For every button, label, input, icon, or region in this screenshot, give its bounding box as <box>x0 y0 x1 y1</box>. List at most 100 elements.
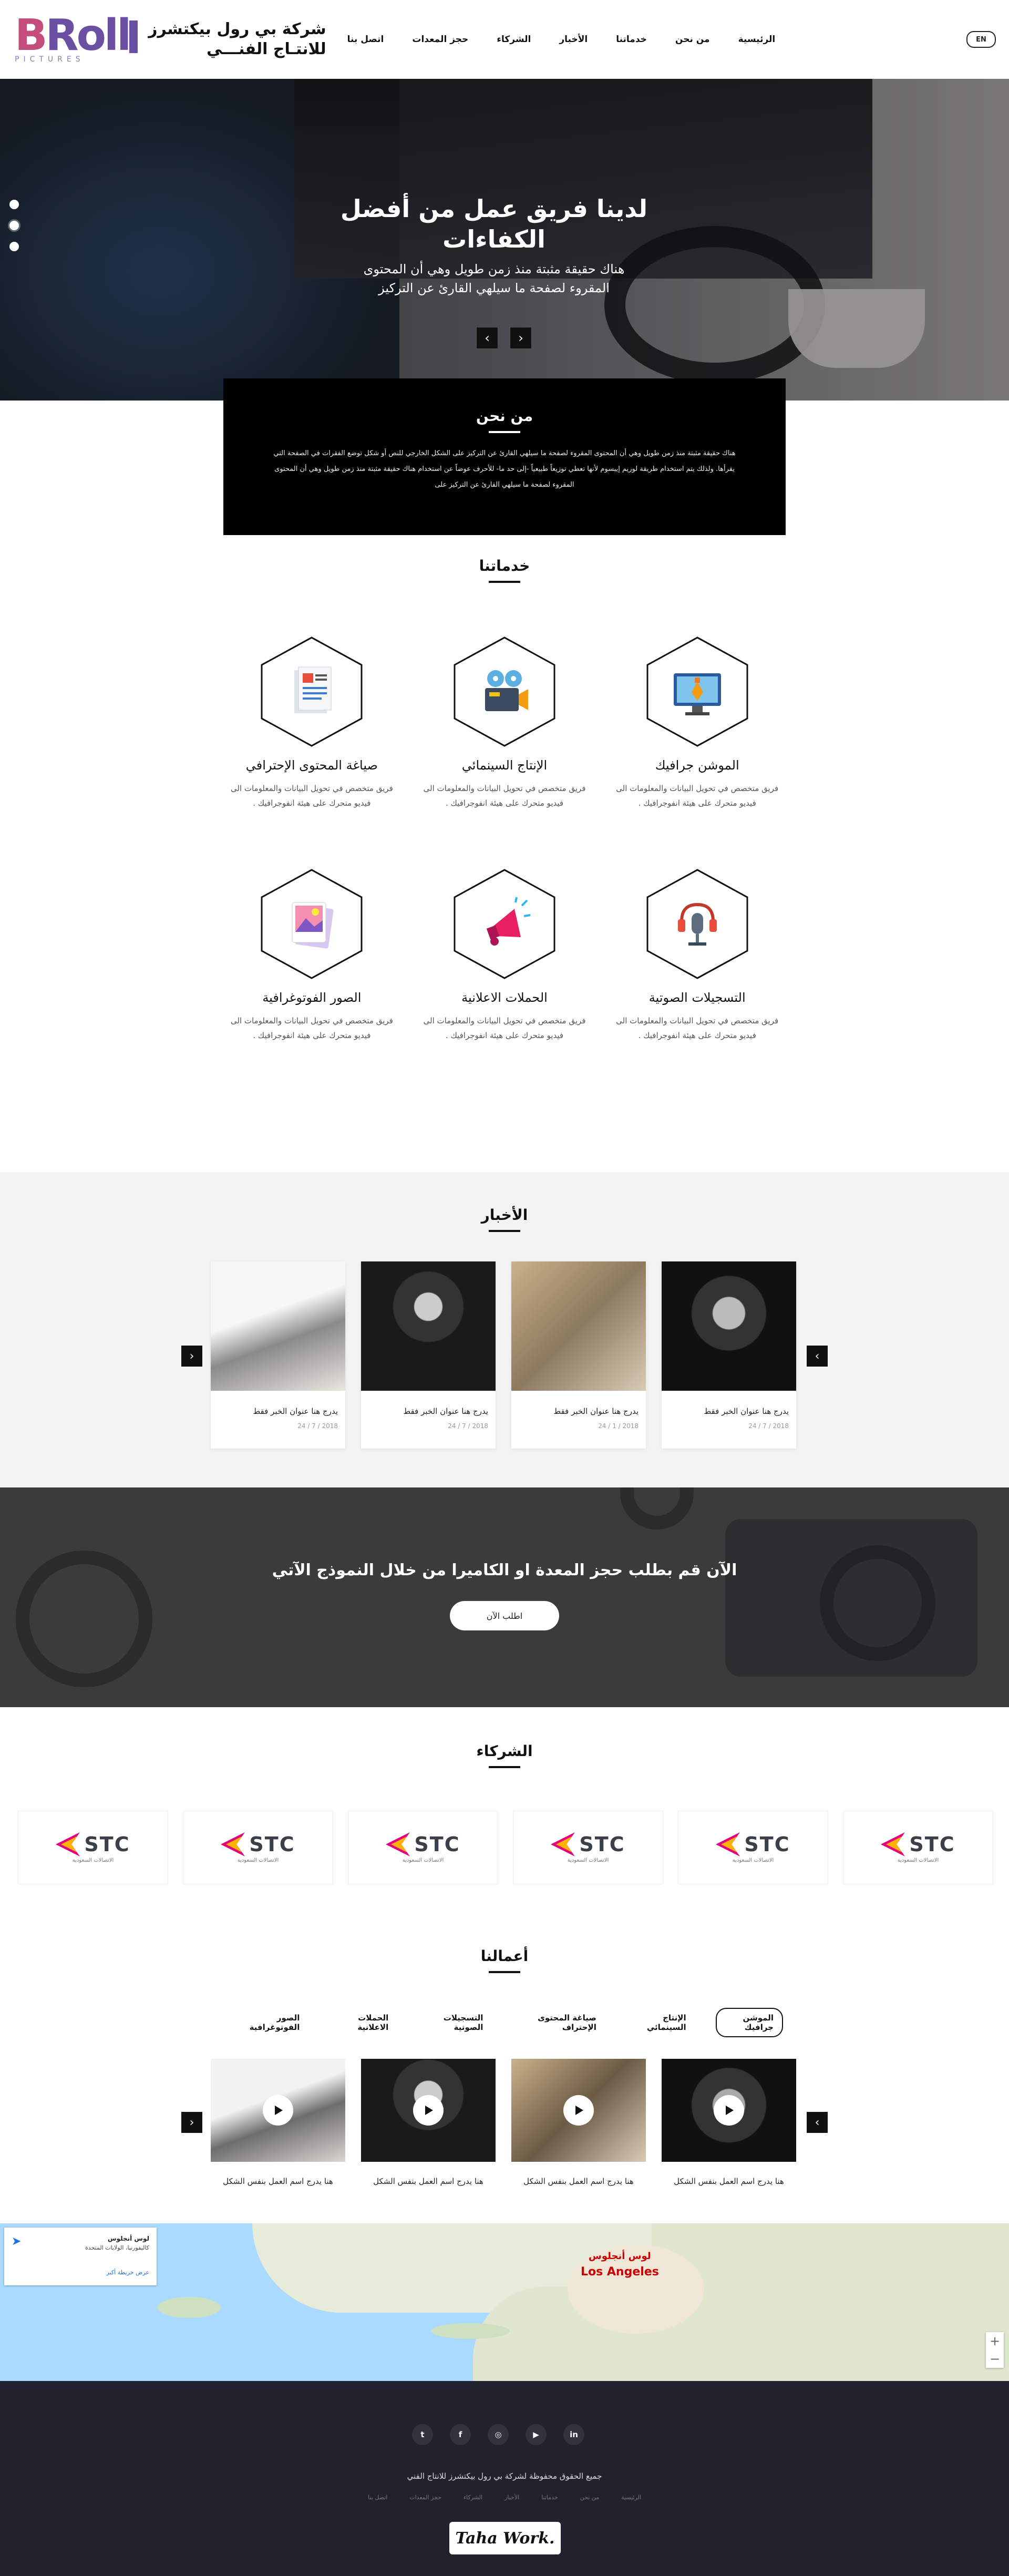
slider-dot[interactable] <box>9 200 19 209</box>
nav-booking[interactable]: حجز المعدات <box>412 34 468 45</box>
footer-nav-home[interactable]: الرئيسية <box>621 2494 641 2501</box>
copyright-text: جميع الحقوق محفوظة لشركة بي رول بيكتشرز … <box>407 2471 602 2481</box>
news-card[interactable]: يدرج هنا عنوان الخبر فقط 2018 / 1 / 24 <box>511 1261 646 1449</box>
zoom-in-button[interactable]: + <box>986 2332 1004 2350</box>
tab-content-writing[interactable]: صياغة المحتوى الإحتراف <box>512 2008 606 2037</box>
service-desc: فريق متخصص في تحويل البيانات والمعلومات … <box>423 1016 586 1040</box>
larger-map-link[interactable]: عرض خريطة أكبر <box>12 2269 149 2276</box>
microphone-icon <box>677 902 717 946</box>
play-icon[interactable] <box>263 2095 293 2126</box>
site-footer: t f ◎ ▶ in جميع الحقوق محفوظة لشركة بي ر… <box>0 2381 1009 2576</box>
services-grid: الموشن جرافيك فريق متخصص في تحويل البيان… <box>215 636 794 1043</box>
play-icon[interactable] <box>413 2095 444 2126</box>
service-card[interactable]: صياغة المحتوى الإحترافي فريق متخصص في تح… <box>215 636 408 810</box>
nav-home[interactable]: الرئيسية <box>738 34 776 45</box>
service-card[interactable]: الحملات الاعلانية فريق متخصص في تحويل ال… <box>408 868 601 1043</box>
news-card[interactable]: يدرج هنا عنوان الخبر فقط 2018 / 7 / 24 <box>211 1261 345 1449</box>
work-card[interactable]: هنا يدرج اسم العمل بنفس الشكل <box>662 2059 796 2186</box>
partner-logo[interactable]: STC الاتصالات السعودية <box>348 1811 498 1884</box>
footer-nav-partners[interactable]: الشركاء <box>464 2494 482 2501</box>
play-icon[interactable] <box>714 2095 744 2126</box>
slider-prev-button[interactable]: ‹ <box>476 327 498 349</box>
slider-next-button[interactable]: › <box>510 327 532 349</box>
movie-camera-icon <box>485 670 529 711</box>
nav-services[interactable]: خدماتنا <box>616 34 647 45</box>
work-card[interactable]: هنا يدرج اسم العمل بنفس الشكل <box>511 2059 646 2186</box>
footer-nav-booking[interactable]: حجز المعدات <box>409 2494 441 2501</box>
works-next-button[interactable]: › <box>807 2112 828 2133</box>
service-desc: فريق متخصص في تحويل البيانات والمعلومات … <box>616 1016 779 1040</box>
footer-nav-services[interactable]: خدماتنا <box>541 2494 558 2501</box>
partners-heading: الشركاء <box>0 1742 1009 1768</box>
partner-logo[interactable]: STC الاتصالات السعودية <box>513 1811 663 1884</box>
developer-badge[interactable]: Taha Work. <box>449 2522 561 2554</box>
directions-icon[interactable]: ➤ <box>12 2235 21 2251</box>
tab-photography[interactable]: الصور الفوتوغرافية <box>231 2008 309 2037</box>
nav-news[interactable]: الأخبار <box>559 34 588 45</box>
about-title: من نحن <box>476 407 533 433</box>
tab-ad-campaigns[interactable]: الحملات الاعلانية <box>329 2008 398 2037</box>
social-links: t f ◎ ▶ in <box>412 2424 584 2445</box>
instagram-icon[interactable]: ◎ <box>488 2424 509 2445</box>
hero-title: لدينا فريق عمل من أفضل الكفاءات <box>340 194 648 253</box>
monitor-pen-icon <box>673 673 721 715</box>
news-date: 2018 / 7 / 24 <box>448 1422 488 1430</box>
footer-nav: الرئيسية من نحن خدماتنا الأخبار الشركاء … <box>0 2494 1009 2501</box>
cta-heading: الآن قم بطلب حجز المعدة او الكاميرا من خ… <box>272 1561 737 1579</box>
map-city-label: Los Angeles <box>581 2265 659 2279</box>
slider-dot[interactable] <box>9 221 19 230</box>
tab-film-production[interactable]: الإنتاج السينمائي <box>626 2008 696 2037</box>
work-thumbnail <box>211 2059 345 2162</box>
tab-audio-recordings[interactable]: التسجيلات الصوتية <box>418 2008 492 2037</box>
location-map[interactable]: Los Angeles لوس أنجلوس لوس أنجلوس كاليفو… <box>0 2223 1009 2381</box>
news-image <box>662 1261 796 1391</box>
partner-logo[interactable]: STC الاتصالات السعودية <box>843 1811 993 1884</box>
logo-mark: B Roll PICTURES <box>15 14 141 64</box>
slider-dot[interactable] <box>9 242 19 251</box>
service-card[interactable]: التسجيلات الصوتية فريق متخصص في تحويل ال… <box>601 868 794 1043</box>
zoom-out-button[interactable]: − <box>986 2350 1004 2368</box>
twitter-icon[interactable]: t <box>412 2424 433 2445</box>
stc-logo-icon <box>716 1832 740 1856</box>
work-thumbnail <box>511 2059 646 2162</box>
linkedin-icon[interactable]: in <box>563 2424 584 2445</box>
youtube-icon[interactable]: ▶ <box>526 2424 547 2445</box>
nav-about[interactable]: من نحن <box>675 34 710 45</box>
photo-icon <box>292 902 334 949</box>
tab-motion-graphics[interactable]: الموشن جرافيك <box>715 2008 783 2037</box>
stc-logo-icon <box>881 1832 905 1856</box>
work-card[interactable]: هنا يدرج اسم العمل بنفس الشكل <box>361 2059 496 2186</box>
partner-logo[interactable]: STC الاتصالات السعودية <box>678 1811 828 1884</box>
facebook-icon[interactable]: f <box>450 2424 471 2445</box>
footer-nav-news[interactable]: الأخبار <box>504 2494 519 2501</box>
play-icon[interactable] <box>563 2095 594 2126</box>
work-card[interactable]: هنا يدرج اسم العمل بنفس الشكل <box>211 2059 345 2186</box>
site-logo[interactable]: شركة بي رول بيكتشرز للانتـاج الفنـــي BR… <box>15 14 326 64</box>
language-toggle-button[interactable]: EN <box>966 31 996 48</box>
partner-logo[interactable]: STC الاتصالات السعودية <box>18 1811 168 1884</box>
service-card[interactable]: الموشن جرافيك فريق متخصص في تحويل البيان… <box>601 636 794 810</box>
news-next-button[interactable]: › <box>807 1346 828 1367</box>
service-card[interactable]: الصور الفوتوغرافية فريق متخصص في تحويل ا… <box>215 868 408 1043</box>
news-card[interactable]: يدرج هنا عنوان الخبر فقط 2018 / 7 / 24 <box>662 1261 796 1449</box>
stc-logo-icon <box>551 1832 575 1856</box>
service-title: الإنتاج السينمائي <box>461 758 548 773</box>
news-card[interactable]: يدرج هنا عنوان الخبر فقط 2018 / 7 / 24 <box>361 1261 496 1449</box>
footer-nav-about[interactable]: من نحن <box>580 2494 599 2501</box>
news-image <box>511 1261 646 1391</box>
order-now-button[interactable]: اطلب الآن <box>450 1601 559 1630</box>
nav-contact[interactable]: اتصل بنا <box>347 34 384 45</box>
partner-logo[interactable]: STC الاتصالات السعودية <box>183 1811 333 1884</box>
footer-nav-contact[interactable]: اتصل بنا <box>368 2494 387 2501</box>
news-prev-button[interactable]: ‹ <box>181 1346 202 1367</box>
service-card[interactable]: الإنتاج السينمائي فريق متخصص في تحويل ال… <box>408 636 601 810</box>
news-image <box>211 1261 345 1391</box>
about-body: هناك حقيقة مثبتة منذ زمن طويل وهي أن الم… <box>273 449 736 489</box>
booking-cta: الآن قم بطلب حجز المعدة او الكاميرا من خ… <box>0 1487 1009 1707</box>
map-zoom-controls: + − <box>986 2332 1004 2368</box>
nav-partners[interactable]: الشركاء <box>497 34 531 45</box>
works-prev-button[interactable]: ‹ <box>181 2112 202 2133</box>
news-date: 2018 / 7 / 24 <box>297 1422 338 1430</box>
services-heading: خدماتنا <box>0 557 1009 583</box>
service-desc: فريق متخصص في تحويل البيانات والمعلومات … <box>616 784 779 808</box>
